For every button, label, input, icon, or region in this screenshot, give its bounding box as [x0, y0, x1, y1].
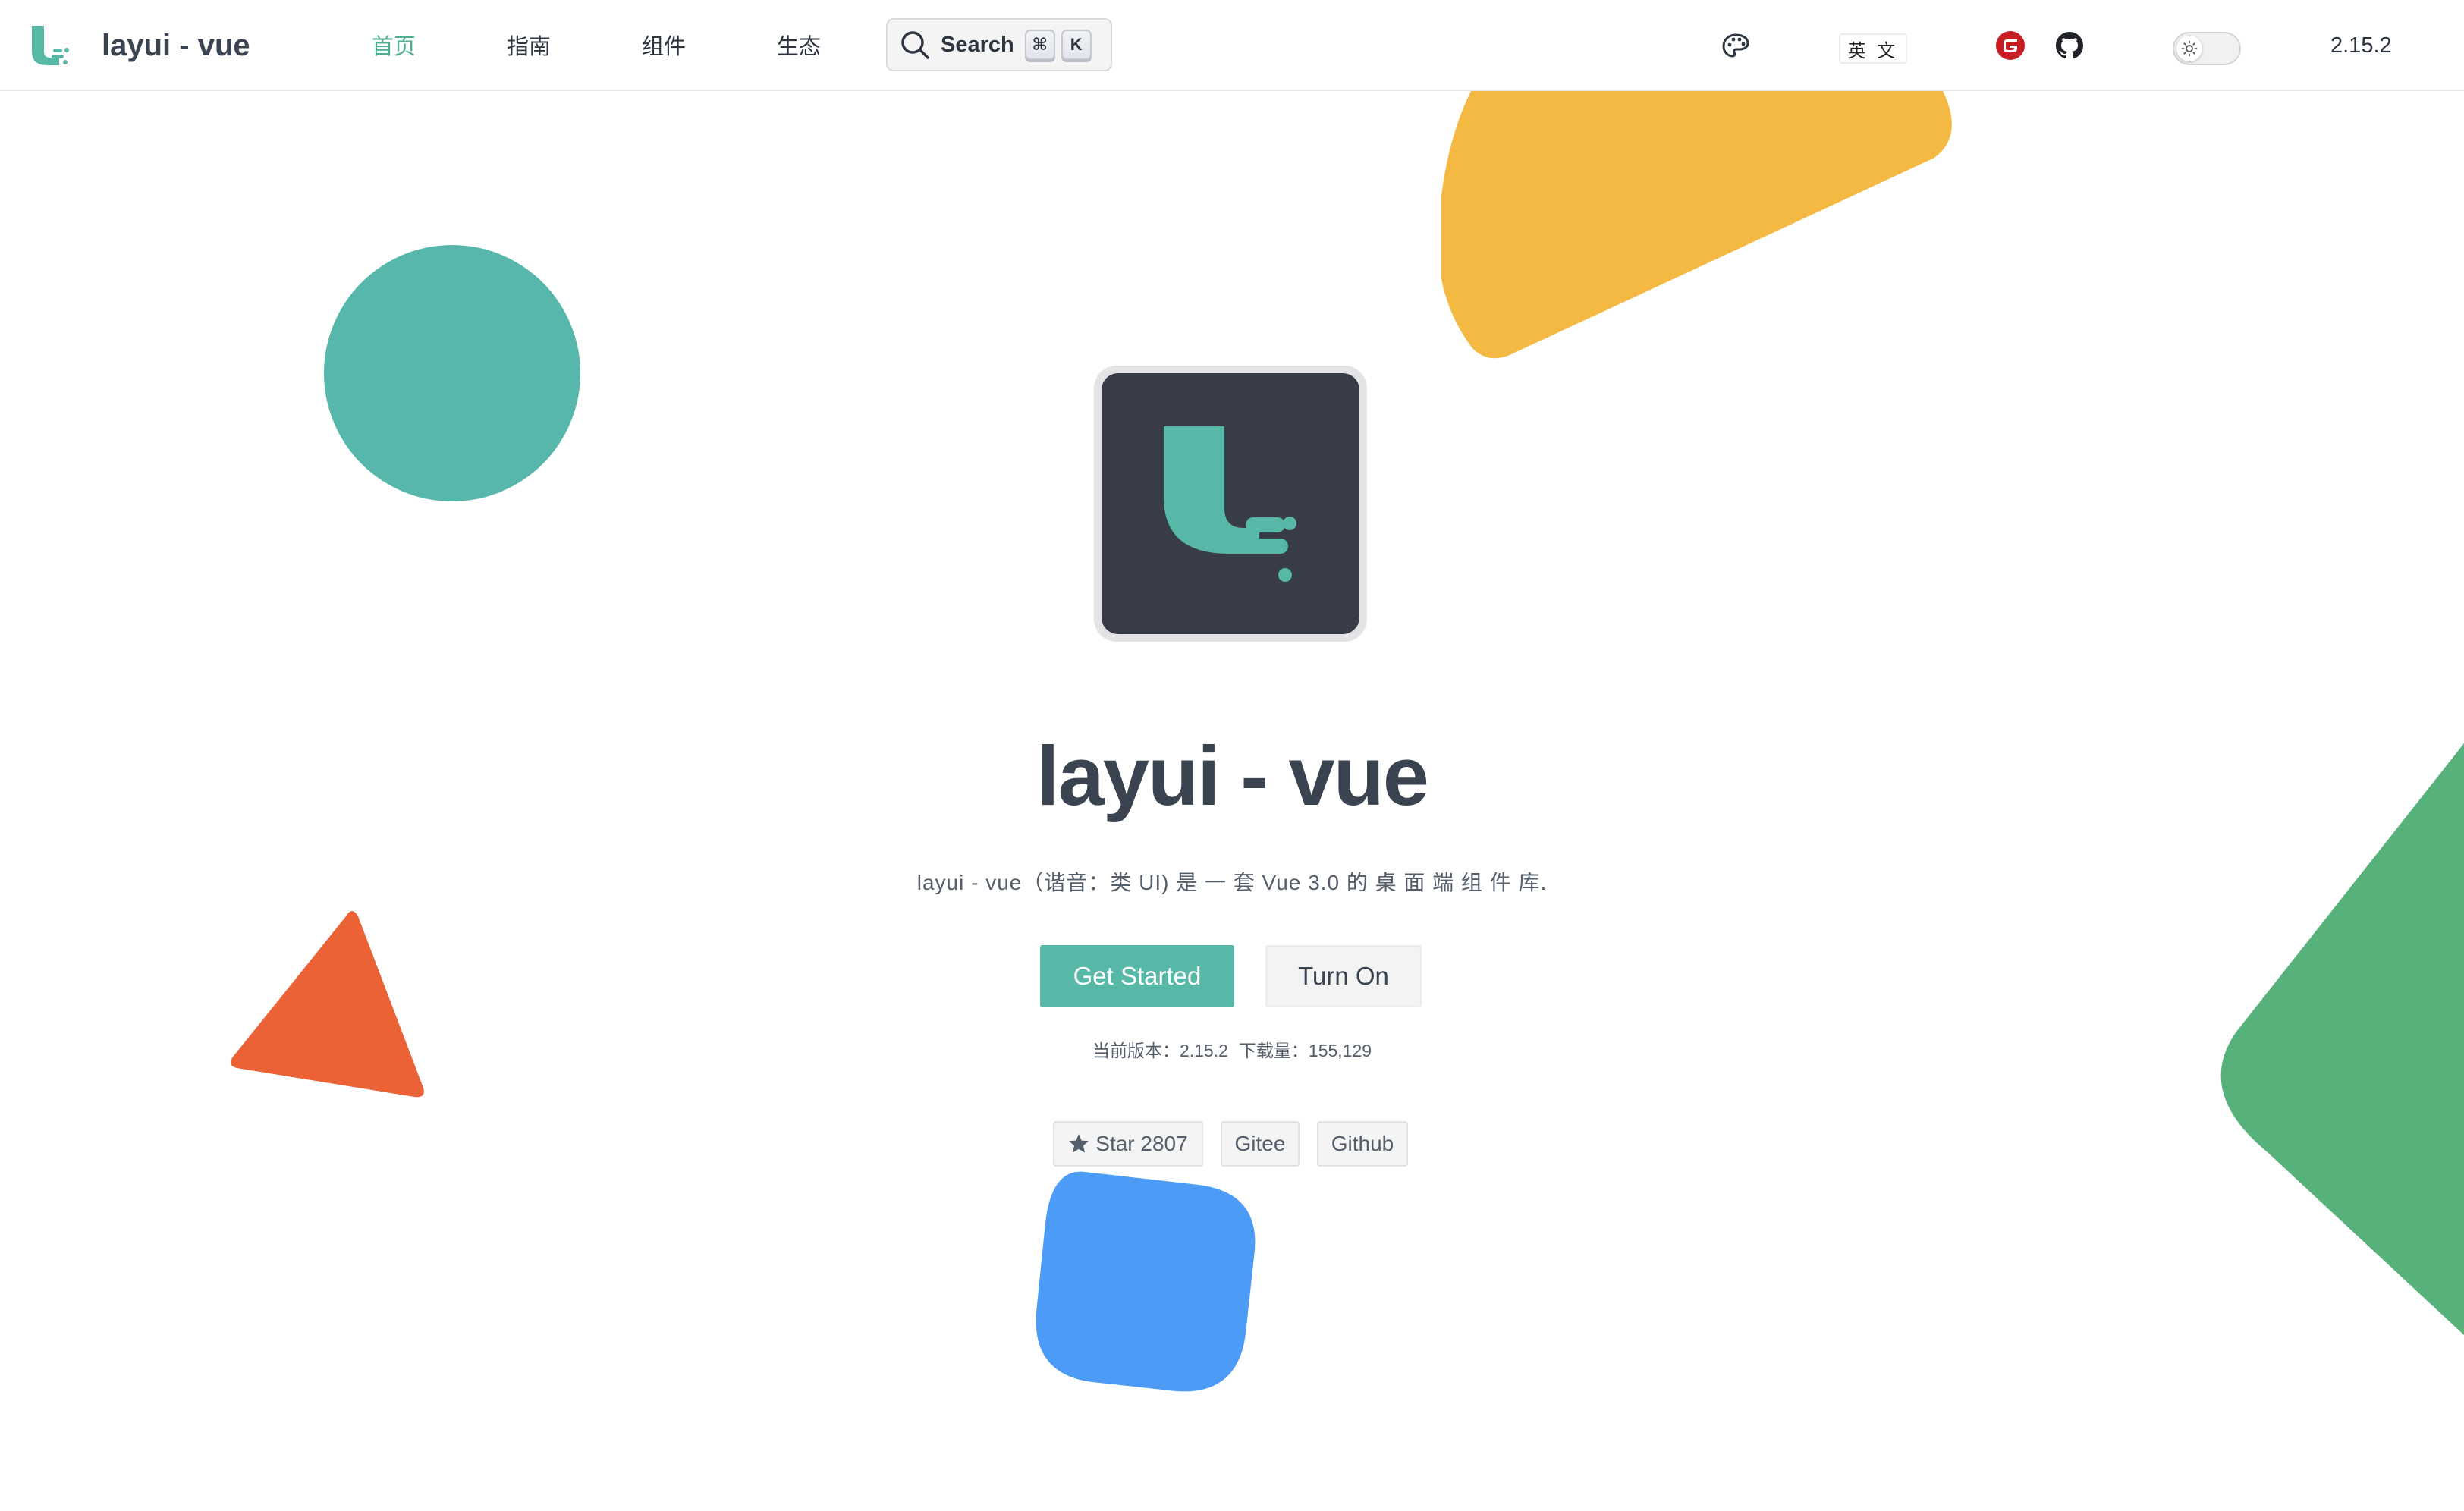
get-started-button[interactable]: Get Started	[1040, 945, 1234, 1007]
search-label: Search	[941, 32, 1014, 57]
brand-name: layui - vue	[102, 28, 250, 62]
decorative-teal-circle	[324, 245, 580, 501]
turn-on-button[interactable]: Turn On	[1265, 945, 1422, 1007]
page: layui - vue 首页 指南 组件 生态 Search ⌘ K 英 文 2…	[0, 0, 2464, 1511]
shortcut-key-cmd: ⌘	[1024, 30, 1055, 60]
decorative-yellow-shape	[1441, 90, 1952, 359]
nav-item-home[interactable]: 首页	[372, 29, 416, 61]
layui-logo-icon	[32, 26, 69, 65]
sun-icon	[2181, 40, 2198, 57]
nav-item-components[interactable]: 组件	[642, 29, 686, 61]
decorative-orange-triangle	[230, 911, 424, 1098]
stats-line: 当前版本：2.15.2 下载量：155,129	[0, 1036, 2464, 1062]
gitee-icon[interactable]	[1995, 30, 2026, 61]
star-badge-label: Star 2807	[1095, 1132, 1188, 1155]
shortcut-key-k: K	[1061, 30, 1092, 60]
hero-logo	[1094, 366, 1367, 642]
version-link[interactable]: 2.15.2	[2330, 33, 2392, 58]
toggle-knob	[2176, 36, 2202, 61]
gitee-badge[interactable]: Gitee	[1221, 1121, 1300, 1167]
theme-toggle[interactable]	[2173, 32, 2241, 65]
current-version-text: 当前版本：2.15.2	[1092, 1041, 1228, 1060]
decorative-blue-square	[1036, 1171, 1256, 1392]
main-nav: 首页 指南 组件 生态	[372, 0, 912, 90]
language-switch-button[interactable]: 英 文	[1839, 33, 1907, 64]
github-badge[interactable]: Github	[1317, 1121, 1408, 1167]
brand[interactable]: layui - vue	[29, 23, 250, 68]
download-count-text: 下载量：155,129	[1238, 1041, 1372, 1060]
nav-item-ecosystem[interactable]: 生态	[777, 29, 821, 61]
top-navbar: layui - vue 首页 指南 组件 生态 Search ⌘ K 英 文 2…	[0, 0, 2464, 91]
star-badge[interactable]: Star 2807	[1053, 1121, 1203, 1167]
search-button[interactable]: Search ⌘ K	[886, 18, 1112, 71]
hero-title: layui - vue	[1036, 730, 1429, 823]
palette-icon[interactable]	[1721, 30, 1751, 61]
nav-item-guide[interactable]: 指南	[507, 29, 551, 61]
hero-tagline: layui - vue（谐音：类 UI) 是 一 套 Vue 3.0 的 桌 面…	[916, 871, 1548, 894]
github-icon[interactable]	[2054, 30, 2085, 61]
search-icon	[901, 31, 929, 59]
star-icon	[1069, 1134, 1089, 1153]
